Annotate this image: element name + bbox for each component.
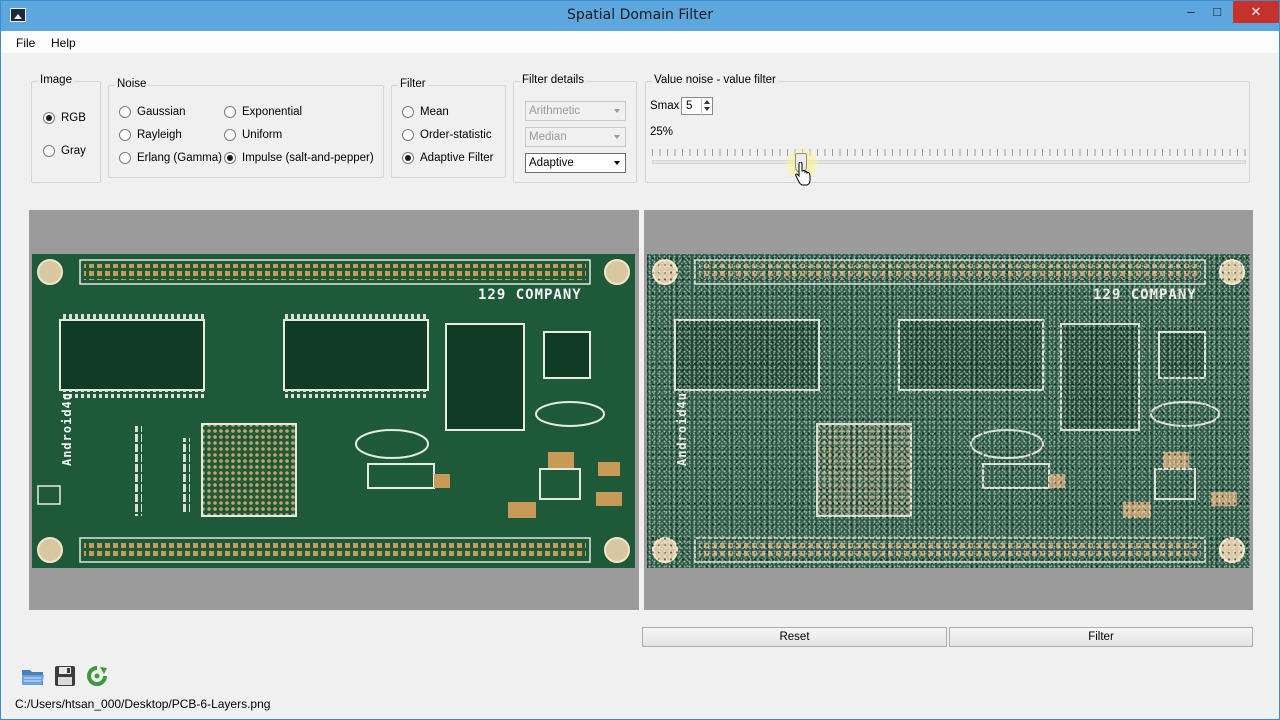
radio-rayleigh-label: Rayleigh <box>137 129 182 141</box>
noisy-image: 129 COMPANY Android4u <box>647 254 1250 568</box>
menu-file[interactable]: File <box>16 36 35 50</box>
chevron-down-icon <box>614 161 620 165</box>
spin-up-icon[interactable] <box>701 99 711 106</box>
order-type-combo[interactable]: Median <box>525 127 626 147</box>
window-title: Spatial Domain Filter <box>566 7 714 23</box>
pcb-side-text: Android4u <box>60 391 75 467</box>
radio-order-statistic[interactable]: Order-statistic <box>402 129 492 141</box>
radio-adaptive-indicator[interactable] <box>402 152 414 164</box>
radio-adaptive[interactable]: Adaptive Filter <box>402 152 494 164</box>
radio-exponential-indicator[interactable] <box>224 106 236 118</box>
chevron-down-icon <box>614 135 620 139</box>
original-image: 129 COMPANY Android4u <box>32 254 635 568</box>
pcb-company-text-noisy: 129 COMPANY <box>1093 287 1197 303</box>
radio-erlang-label: Erlang (Gamma) <box>137 152 222 164</box>
radio-adaptive-label: Adaptive Filter <box>420 152 494 164</box>
filter-group-title: Filter <box>398 78 428 90</box>
adaptive-type-value: Adaptive <box>529 157 574 169</box>
image-group-title: Image <box>38 74 74 86</box>
radio-gray-label: Gray <box>61 145 86 157</box>
menu-help[interactable]: Help <box>51 36 76 50</box>
pcb-side-text-noisy: Android4u <box>675 391 690 467</box>
filter-details-title: Filter details <box>520 74 586 86</box>
radio-uniform-label: Uniform <box>242 129 283 141</box>
app-window: Spatial Domain Filter – □ ✕ File Help Im… <box>0 0 1280 720</box>
close-button[interactable]: ✕ <box>1233 1 1279 23</box>
filter-button[interactable]: Filter <box>949 627 1253 647</box>
radio-rgb[interactable]: RGB <box>43 112 86 124</box>
radio-gaussian-indicator[interactable] <box>119 106 131 118</box>
radio-erlang-indicator[interactable] <box>119 152 131 164</box>
mean-type-combo[interactable]: Arithmetic <box>525 101 626 121</box>
radio-impulse[interactable]: Impulse (salt-and-pepper) <box>224 152 374 164</box>
radio-mean-indicator[interactable] <box>402 106 414 118</box>
radio-mean-label: Mean <box>420 106 449 118</box>
radio-gray-indicator[interactable] <box>43 145 55 157</box>
pcb-company-text: 129 COMPANY <box>478 287 582 303</box>
smax-label: Smax <box>650 100 680 112</box>
radio-mean[interactable]: Mean <box>402 106 449 118</box>
value-group-title: Value noise - value filter <box>652 74 778 86</box>
value-group: Value noise - value filter <box>645 74 1250 183</box>
radio-exponential-label: Exponential <box>242 106 303 118</box>
reset-button[interactable]: Reset <box>642 627 947 647</box>
radio-order-statistic-indicator[interactable] <box>402 129 414 141</box>
radio-impulse-label: Impulse (salt-and-pepper) <box>242 152 374 164</box>
image-group: Image <box>31 74 101 183</box>
noise-group-title: Noise <box>115 78 149 90</box>
radio-uniform-indicator[interactable] <box>224 129 236 141</box>
chevron-down-icon <box>614 109 620 113</box>
maximize-button[interactable]: □ <box>1203 1 1231 23</box>
radio-exponential[interactable]: Exponential <box>224 106 302 118</box>
radio-gaussian[interactable]: Gaussian <box>119 106 186 118</box>
radio-order-statistic-label: Order-statistic <box>420 129 492 141</box>
spin-down-icon[interactable] <box>701 106 711 113</box>
folder-open-icon[interactable] <box>21 665 45 687</box>
minimize-button[interactable]: – <box>1177 1 1205 23</box>
slider-ticks <box>652 149 1246 156</box>
radio-erlang[interactable]: Erlang (Gamma) <box>119 152 222 164</box>
noise-percent-label: 25% <box>650 126 674 138</box>
save-icon[interactable] <box>53 665 77 687</box>
mean-type-value: Arithmetic <box>529 105 581 117</box>
adaptive-type-combo[interactable]: Adaptive <box>525 153 626 173</box>
title-bar[interactable]: Spatial Domain Filter – □ ✕ <box>1 1 1279 31</box>
radio-impulse-indicator[interactable] <box>224 152 236 164</box>
refresh-icon[interactable] <box>85 665 109 687</box>
radio-uniform[interactable]: Uniform <box>224 129 282 141</box>
order-type-value: Median <box>529 131 567 143</box>
radio-rayleigh[interactable]: Rayleigh <box>119 129 182 141</box>
status-path: C:/Users/htsan_000/Desktop/PCB-6-Layers.… <box>15 697 271 711</box>
radio-gaussian-label: Gaussian <box>137 106 186 118</box>
noise-slider-track[interactable] <box>652 160 1246 164</box>
noisy-image-panel: 129 COMPANY Android4u <box>644 210 1253 610</box>
radio-gray[interactable]: Gray <box>43 145 86 157</box>
radio-rgb-label: RGB <box>61 112 86 124</box>
smax-spinbox[interactable]: 5 <box>681 97 713 115</box>
original-image-panel: 129 COMPANY Android4u <box>29 210 639 610</box>
menu-bar: File Help <box>1 31 1279 53</box>
radio-rgb-indicator[interactable] <box>43 112 55 124</box>
hand-cursor-icon <box>795 162 811 186</box>
radio-rayleigh-indicator[interactable] <box>119 129 131 141</box>
smax-value: 5 <box>686 100 693 112</box>
